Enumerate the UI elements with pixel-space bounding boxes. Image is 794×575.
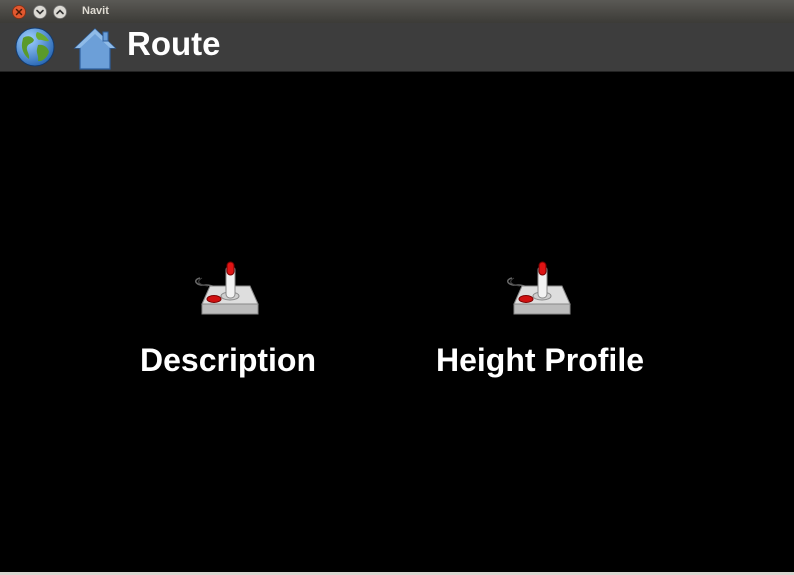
globe-icon[interactable] bbox=[14, 26, 56, 68]
height-profile-label: Height Profile bbox=[435, 342, 644, 378]
route-menu: Description Height Profile bbox=[0, 72, 794, 572]
description-label: Description bbox=[139, 342, 317, 378]
maximize-icon[interactable] bbox=[53, 5, 67, 19]
minimize-icon[interactable] bbox=[33, 5, 47, 19]
joystick-icon bbox=[500, 258, 580, 338]
description-button[interactable]: Description bbox=[108, 258, 348, 379]
window-title: Navit bbox=[82, 5, 109, 17]
navit-window: Navit Route Description Height Profile bbox=[0, 0, 794, 575]
page-title: Route bbox=[127, 25, 221, 62]
home-icon[interactable] bbox=[72, 25, 118, 71]
window-titlebar[interactable]: Navit bbox=[0, 0, 794, 24]
header-bar: Route bbox=[0, 23, 794, 72]
close-icon[interactable] bbox=[12, 5, 26, 19]
height-profile-button[interactable]: Height Profile bbox=[410, 258, 670, 379]
joystick-icon bbox=[188, 258, 268, 338]
